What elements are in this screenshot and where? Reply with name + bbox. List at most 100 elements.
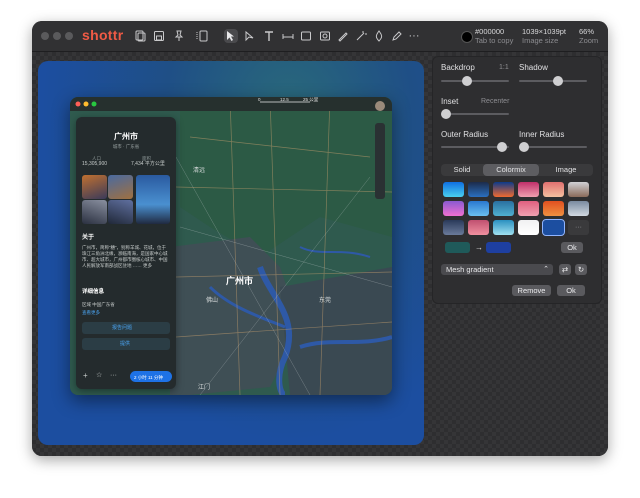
- tab-image[interactable]: Image: [539, 164, 593, 176]
- slider-knob[interactable]: [441, 109, 451, 119]
- gradient-type-select[interactable]: Mesh gradient ⌃: [441, 264, 553, 275]
- screenshot-preview[interactable]: 0 12.5 25 公里 清远 广州市 佛山 东莞 江门 广州市 城市 · 广东…: [70, 97, 392, 395]
- shuffle-icon[interactable]: ↻: [575, 264, 587, 275]
- share-label: 提供: [120, 341, 131, 347]
- color-hex: #000000: [475, 27, 505, 36]
- place-label: 清远: [193, 168, 206, 174]
- close-window-button[interactable]: [41, 32, 49, 40]
- more-icon[interactable]: ···: [110, 372, 117, 379]
- gradient-swatch[interactable]: [543, 201, 564, 216]
- gradient-to-color[interactable]: [486, 242, 511, 253]
- slider-knob[interactable]: [519, 142, 529, 152]
- gradient-swatch[interactable]: [443, 220, 464, 235]
- tab-colormix[interactable]: Colormix: [483, 164, 539, 176]
- color-info[interactable]: #000000 Tab to copy: [475, 27, 513, 45]
- select-tool-icon[interactable]: [224, 29, 238, 43]
- more-tools-icon[interactable]: ···: [407, 29, 421, 43]
- swap-icon[interactable]: ⇄: [559, 264, 571, 275]
- save-icon[interactable]: [152, 29, 166, 43]
- gradient-swatch[interactable]: [518, 220, 539, 235]
- gradient-swatch[interactable]: [443, 182, 464, 197]
- zoom-window-button[interactable]: [65, 32, 73, 40]
- image-size: 1039×1039pt: [522, 27, 567, 36]
- gradient-swatch[interactable]: [493, 201, 514, 216]
- highlighter-icon[interactable]: [390, 29, 404, 43]
- backdrop-settings-panel: Backdrop 1:1 Shadow Inset Recenter Outer…: [432, 56, 602, 304]
- image-icon[interactable]: [318, 29, 332, 43]
- chevron-updown-icon: ⌃: [543, 266, 549, 273]
- gradient-swatch[interactable]: [493, 182, 514, 197]
- add-icon[interactable]: +: [83, 372, 88, 380]
- pin-icon[interactable]: [172, 29, 186, 43]
- slider-knob[interactable]: [497, 142, 508, 152]
- share-button[interactable]: 提供: [82, 338, 170, 350]
- inner-radius-slider[interactable]: [519, 142, 587, 152]
- directions-button[interactable]: 2 小时 11 分钟: [130, 371, 172, 382]
- slider-knob[interactable]: [552, 76, 563, 86]
- place-label: 广州市: [226, 276, 254, 286]
- photo-4[interactable]: [108, 200, 133, 224]
- pen-icon[interactable]: [336, 29, 350, 43]
- text-tool-icon[interactable]: [262, 29, 276, 43]
- rectangle-icon[interactable]: [299, 29, 313, 43]
- photo-1[interactable]: [82, 175, 107, 199]
- outer-radius-slider[interactable]: [441, 142, 509, 152]
- slider-knob[interactable]: [462, 76, 473, 86]
- shadow-slider[interactable]: [519, 76, 587, 86]
- ocr-icon[interactable]: [196, 29, 210, 43]
- ok-button[interactable]: Ok: [557, 285, 585, 296]
- magic-icon[interactable]: [354, 29, 368, 43]
- scale-label-1: 12.5: [280, 97, 289, 102]
- gradient-swatch[interactable]: [518, 201, 539, 216]
- toolbar: shottr ··· #000000 Tab to copy 1039×1039…: [32, 21, 608, 52]
- backdrop-slider[interactable]: [441, 76, 509, 86]
- ruler-icon[interactable]: [281, 29, 295, 43]
- gradient-swatch[interactable]: [568, 201, 589, 216]
- tab-solid[interactable]: Solid: [441, 164, 483, 176]
- place-label: 佛山: [206, 298, 219, 304]
- photo-main[interactable]: [136, 175, 170, 224]
- gradient-swatch[interactable]: [443, 201, 464, 216]
- color-swatch[interactable]: [461, 31, 473, 43]
- gradient-from-color[interactable]: [445, 242, 470, 253]
- place-label: 东莞: [319, 298, 332, 304]
- gradient-swatch[interactable]: [468, 201, 489, 216]
- gradient-swatch[interactable]: [518, 182, 539, 197]
- copy-icon[interactable]: [133, 29, 147, 43]
- place-card: 广州市 城市 · 广东省 人口 15,305,900 面积 7,434 平方公里…: [76, 117, 176, 389]
- gradient-swatch[interactable]: [542, 219, 565, 236]
- zoom-info[interactable]: 66% Zoom: [579, 27, 598, 45]
- lasso-icon[interactable]: [243, 29, 257, 43]
- gradient-type-value: Mesh gradient: [446, 265, 494, 274]
- backdrop-ratio[interactable]: 1:1: [499, 64, 509, 71]
- remove-button[interactable]: Remove: [512, 285, 551, 296]
- fill-type-segmented: Solid Colormix Image: [441, 164, 593, 176]
- report-issue-button[interactable]: 报告问题: [82, 322, 170, 334]
- inner-radius-label: Inner Radius: [519, 130, 565, 139]
- canvas-area[interactable]: 0 12.5 25 公里 清远 广州市 佛山 东莞 江门 广州市 城市 · 广东…: [32, 52, 608, 456]
- gradient-swatch[interactable]: [493, 220, 514, 235]
- stat1-value: 15,305,900: [82, 161, 108, 167]
- gradient-swatch[interactable]: [468, 220, 489, 235]
- details-heading: 详细信息: [82, 289, 105, 295]
- inset-slider[interactable]: [441, 109, 509, 119]
- scale-label-0: 0: [258, 97, 261, 102]
- more-gradients-button[interactable]: ···: [568, 220, 589, 235]
- photo-2[interactable]: [108, 175, 133, 199]
- shottr-window: shottr ··· #000000 Tab to copy 1039×1039…: [32, 21, 608, 456]
- gradient-swatch[interactable]: [468, 182, 489, 197]
- minimize-window-button[interactable]: [53, 32, 61, 40]
- about-text: 广州市，简称“穗”，别称羊城、花城，位于珠江三角洲北缘，濒临南海，是国家中心城市…: [82, 245, 168, 268]
- gradient-swatch[interactable]: [543, 182, 564, 197]
- arrow-icon: →: [475, 243, 483, 252]
- blur-drop-icon[interactable]: [372, 29, 386, 43]
- gradient-swatch[interactable]: [568, 182, 589, 197]
- details-line2[interactable]: 查看更多: [82, 309, 100, 316]
- star-icon[interactable]: ☆: [96, 372, 102, 379]
- ok-small-button[interactable]: Ok: [561, 242, 583, 253]
- photo-3[interactable]: [82, 200, 107, 224]
- recenter-button[interactable]: Recenter: [481, 98, 509, 105]
- details-line1: 区域 中国广东省: [82, 302, 115, 307]
- report-label: 报告问题: [112, 325, 133, 331]
- zoom-value: 66%: [579, 27, 595, 36]
